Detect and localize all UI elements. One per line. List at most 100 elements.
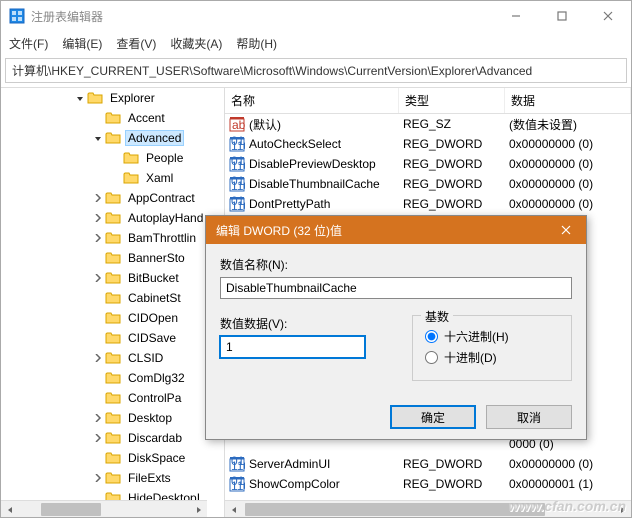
list-row[interactable]: AutoCheckSelectREG_DWORD0x00000000 (0)	[225, 134, 631, 154]
folder-icon	[105, 211, 121, 225]
list-row[interactable]: (默认)REG_SZ(数值未设置)	[225, 114, 631, 134]
tree-item[interactable]: Discardab	[1, 428, 224, 448]
tree-item[interactable]: Desktop	[1, 408, 224, 428]
value-name: DisablePreviewDesktop	[249, 157, 376, 171]
column-name[interactable]: 名称	[225, 88, 399, 113]
scroll-left-icon[interactable]	[1, 501, 18, 517]
radio-dec-input[interactable]	[425, 351, 438, 364]
regedit-icon	[9, 8, 25, 24]
caret-open-icon[interactable]	[73, 94, 87, 102]
caret-closed-icon[interactable]	[91, 434, 105, 442]
titlebar[interactable]: 注册表编辑器	[1, 1, 631, 31]
string-value-icon	[229, 116, 245, 132]
tree-item[interactable]: People	[1, 148, 224, 168]
folder-icon	[105, 271, 121, 285]
value-data-input[interactable]	[220, 336, 365, 358]
value-type: REG_DWORD	[399, 177, 505, 191]
scroll-right-icon[interactable]	[614, 501, 631, 517]
list-row[interactable]: ServerAdminUIREG_DWORD0x00000000 (0)	[225, 454, 631, 474]
folder-icon	[105, 391, 121, 405]
tree-item[interactable]: BannerSto	[1, 248, 224, 268]
menu-help[interactable]: 帮助(H)	[236, 35, 277, 52]
radio-hex[interactable]: 十六进制(H)	[425, 328, 559, 345]
folder-icon	[105, 231, 121, 245]
tree-item[interactable]: ComDlg32	[1, 368, 224, 388]
scroll-right-icon[interactable]	[190, 501, 207, 517]
caret-closed-icon[interactable]	[91, 354, 105, 362]
value-name-input[interactable]	[220, 277, 572, 299]
list-row[interactable]: DontPrettyPathREG_DWORD0x00000000 (0)	[225, 194, 631, 214]
list-hscroll[interactable]	[225, 500, 631, 517]
scroll-thumb[interactable]	[41, 503, 101, 516]
list-row[interactable]: DisableThumbnailCacheREG_DWORD0x00000000…	[225, 174, 631, 194]
base-legend: 基数	[421, 308, 453, 325]
cancel-button[interactable]: 取消	[486, 405, 572, 429]
list-row[interactable]: ShowCompColorREG_DWORD0x00000001 (1)	[225, 474, 631, 494]
tree-item[interactable]: Advanced	[1, 128, 224, 148]
tree-item-label: Desktop	[125, 410, 175, 426]
edit-dword-dialog: 编辑 DWORD (32 位)值 数值名称(N): 数值数据(V): 基数 十六…	[205, 215, 587, 440]
address-bar[interactable]: 计算机\HKEY_CURRENT_USER\Software\Microsoft…	[5, 58, 627, 83]
tree-item[interactable]: Accent	[1, 108, 224, 128]
tree-item[interactable]: BamThrottlin	[1, 228, 224, 248]
dword-value-icon	[229, 456, 245, 472]
tree-item[interactable]: AutoplayHand	[1, 208, 224, 228]
close-button[interactable]	[585, 1, 631, 31]
tree-item[interactable]: ControlPa	[1, 388, 224, 408]
minimize-button[interactable]	[493, 1, 539, 31]
ok-button[interactable]: 确定	[390, 405, 476, 429]
tree-item[interactable]: FileExts	[1, 468, 224, 488]
column-data[interactable]: 数据	[505, 88, 631, 113]
tree-item[interactable]: CLSID	[1, 348, 224, 368]
menu-edit[interactable]: 编辑(E)	[62, 35, 102, 52]
caret-closed-icon[interactable]	[91, 474, 105, 482]
caret-closed-icon[interactable]	[91, 414, 105, 422]
tree-item-label: Advanced	[125, 130, 184, 146]
window-title: 注册表编辑器	[31, 8, 493, 25]
folder-icon	[105, 431, 121, 445]
tree-item[interactable]: Xaml	[1, 168, 224, 188]
folder-icon	[105, 111, 121, 125]
folder-icon	[105, 411, 121, 425]
value-name-label: 数值名称(N):	[220, 256, 572, 273]
tree-item-label: BannerSto	[125, 250, 188, 266]
tree-item[interactable]: CIDOpen	[1, 308, 224, 328]
list-row[interactable]: DisablePreviewDesktopREG_DWORD0x00000000…	[225, 154, 631, 174]
maximize-button[interactable]	[539, 1, 585, 31]
menu-view[interactable]: 查看(V)	[116, 35, 156, 52]
dialog-titlebar[interactable]: 编辑 DWORD (32 位)值	[206, 216, 586, 244]
dialog-title: 编辑 DWORD (32 位)值	[216, 222, 342, 239]
tree-item-label: Xaml	[143, 170, 176, 186]
tree-item[interactable]: DiskSpace	[1, 448, 224, 468]
menu-favorites[interactable]: 收藏夹(A)	[170, 35, 222, 52]
caret-closed-icon[interactable]	[91, 274, 105, 282]
radio-hex-input[interactable]	[425, 330, 438, 343]
caret-open-icon[interactable]	[91, 134, 105, 142]
caret-closed-icon[interactable]	[91, 194, 105, 202]
tree-item[interactable]: BitBucket	[1, 268, 224, 288]
radio-hex-label: 十六进制(H)	[444, 328, 509, 345]
tree-item-label: BamThrottlin	[125, 230, 199, 246]
tree-item[interactable]: CIDSave	[1, 328, 224, 348]
value-name: DontPrettyPath	[249, 197, 330, 211]
caret-closed-icon[interactable]	[91, 234, 105, 242]
tree-item[interactable]: AppContract	[1, 188, 224, 208]
tree-item[interactable]: CabinetSt	[1, 288, 224, 308]
scroll-thumb[interactable]	[245, 503, 545, 516]
scroll-left-icon[interactable]	[225, 501, 242, 517]
folder-icon	[105, 351, 121, 365]
dword-value-icon	[229, 476, 245, 492]
caret-closed-icon[interactable]	[91, 214, 105, 222]
dialog-close-button[interactable]	[546, 216, 586, 244]
value-name: ServerAdminUI	[249, 457, 330, 471]
tree-item[interactable]: Explorer	[1, 88, 224, 108]
column-type[interactable]: 类型	[399, 88, 505, 113]
value-data: 0x00000001 (1)	[505, 477, 631, 491]
menu-file[interactable]: 文件(F)	[9, 35, 48, 52]
tree-hscroll[interactable]	[1, 500, 207, 517]
folder-icon	[105, 311, 121, 325]
radio-dec[interactable]: 十进制(D)	[425, 349, 559, 366]
value-type: REG_SZ	[399, 117, 505, 131]
dword-value-icon	[229, 136, 245, 152]
folder-icon	[105, 191, 121, 205]
